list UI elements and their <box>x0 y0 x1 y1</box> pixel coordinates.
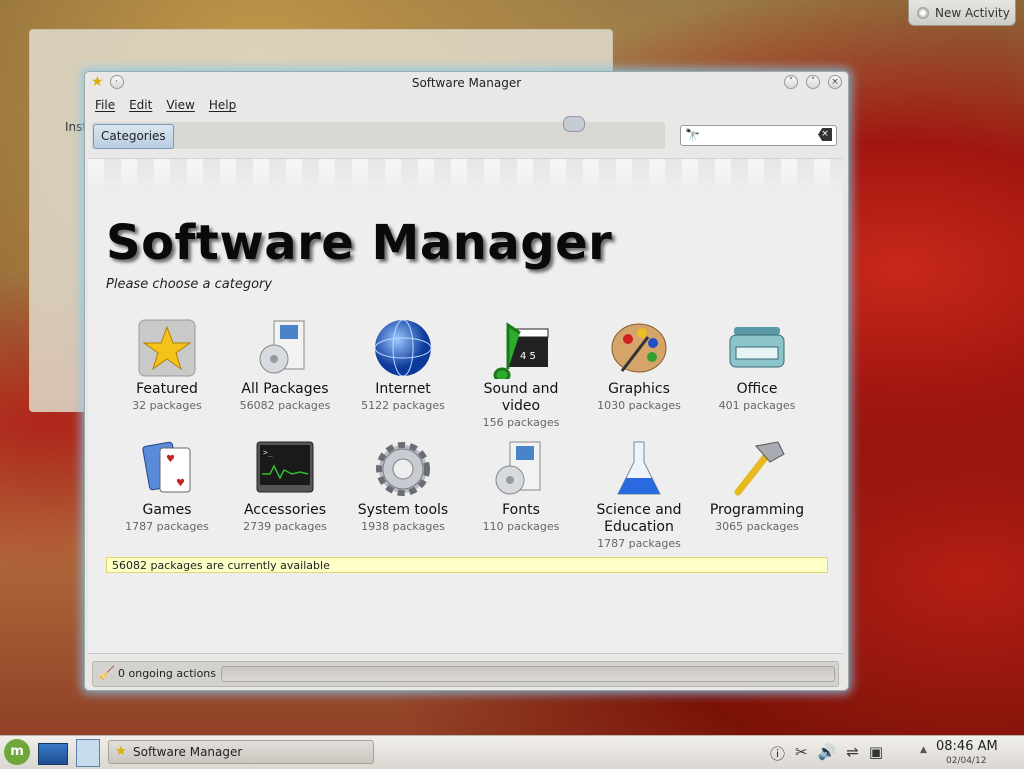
software-manager-window: ★ · Software Manager ˅ ˄ × File Edit Vie… <box>84 71 849 691</box>
packages-available-notice: 56082 packages are currently available <box>106 557 828 573</box>
categories-button[interactable]: Categories <box>93 124 174 149</box>
taskbar-task-software-manager[interactable]: ★ Software Manager <box>108 740 374 764</box>
page-title: Software Manager <box>106 215 613 271</box>
category-all-packages[interactable]: All Packages 56082 packages <box>230 317 340 414</box>
taskbar: m ★ Software Manager ⓘ ✂ 🔊 ⇌ ▣ ▲ 08:46 A… <box>0 735 1024 769</box>
palette-icon <box>608 317 670 379</box>
category-office[interactable]: Office 401 packages <box>702 317 812 414</box>
scissors-icon[interactable]: ✂ <box>795 743 808 764</box>
task-star-icon: ★ <box>115 744 127 759</box>
broom-icon[interactable]: 🧹 <box>99 666 115 681</box>
category-accessories[interactable]: >_ Accessories 2739 packages <box>230 438 340 535</box>
pager-icon[interactable] <box>76 739 100 767</box>
clear-search-icon[interactable]: × <box>818 128 832 141</box>
package-box-icon <box>254 317 316 379</box>
show-desktop-icon[interactable] <box>38 743 68 765</box>
main-content: Software Manager Please choose a categor… <box>88 158 843 654</box>
menu-help[interactable]: Help <box>209 98 236 112</box>
task-label: Software Manager <box>133 745 243 759</box>
minimize-icon[interactable]: ˅ <box>784 75 798 89</box>
window-title: Software Manager <box>411 76 522 90</box>
search-box[interactable]: 🔭 × <box>680 125 837 146</box>
maximize-icon[interactable]: ˄ <box>806 75 820 89</box>
application-menu-icon[interactable]: m <box>4 739 30 765</box>
category-games[interactable]: ♥ ♥ Games 1787 packages <box>112 438 222 535</box>
svg-text:4 5: 4 5 <box>520 351 536 362</box>
usb-icon[interactable]: ⇌ <box>846 743 859 764</box>
terminal-icon: >_ <box>254 438 316 500</box>
activity-icon <box>917 6 929 19</box>
ongoing-actions-label: 0 ongoing actions <box>118 667 217 680</box>
category-graphics[interactable]: Graphics 1030 packages <box>584 317 694 414</box>
titlebar[interactable]: ★ · Software Manager ˅ ˄ × <box>85 72 848 94</box>
network-icon[interactable]: ▣ <box>869 743 883 764</box>
svg-text:>_: >_ <box>263 448 273 457</box>
system-tray: ⓘ ✂ 🔊 ⇌ ▣ <box>770 743 883 764</box>
featured-star-icon <box>136 317 198 379</box>
menubar: File Edit View Help <box>95 98 236 112</box>
music-clapper-icon: 4 5 <box>490 317 552 383</box>
menu-edit[interactable]: Edit <box>129 98 152 112</box>
new-activity-label: New Activity <box>935 5 1010 20</box>
menu-view[interactable]: View <box>166 98 194 112</box>
new-activity-button[interactable]: New Activity <box>908 0 1016 26</box>
category-sound-and-video[interactable]: 4 5 Sound and video 156 packages <box>466 317 576 431</box>
svg-text:♥: ♥ <box>176 478 185 489</box>
tray-expand-icon[interactable]: ▲ <box>920 745 927 755</box>
menu-file[interactable]: File <box>95 98 115 112</box>
hammer-icon <box>726 438 788 500</box>
clock-date: 02/04/12 <box>946 756 987 766</box>
category-science-and-education[interactable]: Science and Education 1787 packages <box>584 438 694 552</box>
page-subtitle: Please choose a category <box>106 277 273 292</box>
search-input[interactable] <box>703 127 817 146</box>
globe-icon <box>372 317 434 379</box>
info-icon[interactable]: ⓘ <box>770 743 785 764</box>
statusbar: 🧹 0 ongoing actions <box>92 661 839 687</box>
category-fonts[interactable]: Fonts 110 packages <box>466 438 576 535</box>
cloud-icon <box>563 116 585 132</box>
binoculars-icon: 🔭 <box>685 128 700 142</box>
volume-icon[interactable]: 🔊 <box>818 743 837 764</box>
decorative-stripes <box>88 159 843 191</box>
category-system-tools[interactable]: System tools 1938 packages <box>348 438 458 535</box>
playing-cards-icon: ♥ ♥ <box>136 438 198 500</box>
close-icon[interactable]: × <box>828 75 842 89</box>
category-internet[interactable]: Internet 5122 packages <box>348 317 458 414</box>
category-programming[interactable]: Programming 3065 packages <box>702 438 812 535</box>
clock-time[interactable]: 08:46 AM <box>936 739 998 754</box>
package-box-icon <box>490 438 552 500</box>
svg-text:♥: ♥ <box>166 454 175 465</box>
progress-bar <box>221 666 835 682</box>
category-featured[interactable]: Featured 32 packages <box>112 317 222 414</box>
gear-icon <box>372 438 434 500</box>
flask-icon <box>608 438 670 500</box>
typewriter-icon <box>726 317 788 379</box>
